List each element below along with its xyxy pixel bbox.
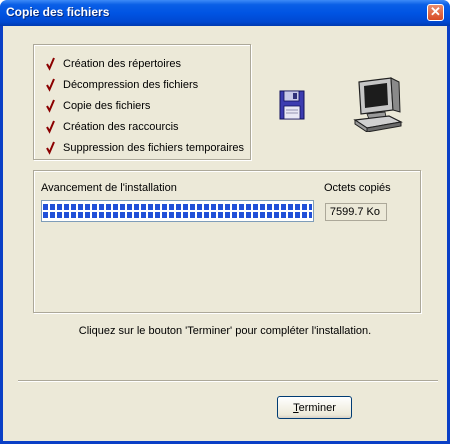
finish-button[interactable]: Terminer: [277, 396, 352, 419]
progress-group: Avancement de l'installation Octets copi…: [33, 170, 421, 313]
step-label: Suppression des fichiers temporaires: [63, 142, 244, 154]
progress-bar: [41, 200, 314, 222]
step-label: Création des répertoires: [63, 58, 182, 70]
close-button[interactable]: ✕: [427, 4, 444, 21]
instruction-message: Cliquez sur le bouton 'Terminer' pour co…: [78, 325, 372, 337]
close-icon: ✕: [430, 4, 441, 19]
check-icon: [46, 120, 55, 134]
floppy-disk-icon: [279, 90, 305, 120]
step-label: Copie des fichiers: [63, 100, 151, 112]
finish-button-label: erminer: [298, 401, 336, 414]
window-title: Copie des fichiers: [6, 5, 110, 19]
step-label: Décompression des fichiers: [63, 79, 199, 91]
computer-icon: [353, 77, 403, 132]
progress-bar-fill: [43, 202, 312, 220]
bytes-copied-value: 7599.7 Ko: [325, 203, 387, 221]
check-icon: [46, 57, 55, 71]
check-icon: [46, 141, 55, 155]
bytes-copied-label: Octets copiés: [324, 182, 391, 194]
step-label: Création des raccourcis: [63, 121, 179, 133]
progress-label: Avancement de l'installation: [41, 182, 177, 194]
check-icon: [46, 78, 55, 92]
install-window: Copie des fichiers ✕ Création des répert…: [0, 0, 450, 444]
title-bar[interactable]: Copie des fichiers ✕: [0, 0, 450, 26]
divider: [18, 380, 438, 382]
steps-panel: Création des répertoires Décompression d…: [33, 44, 251, 160]
check-icon: [46, 99, 55, 113]
